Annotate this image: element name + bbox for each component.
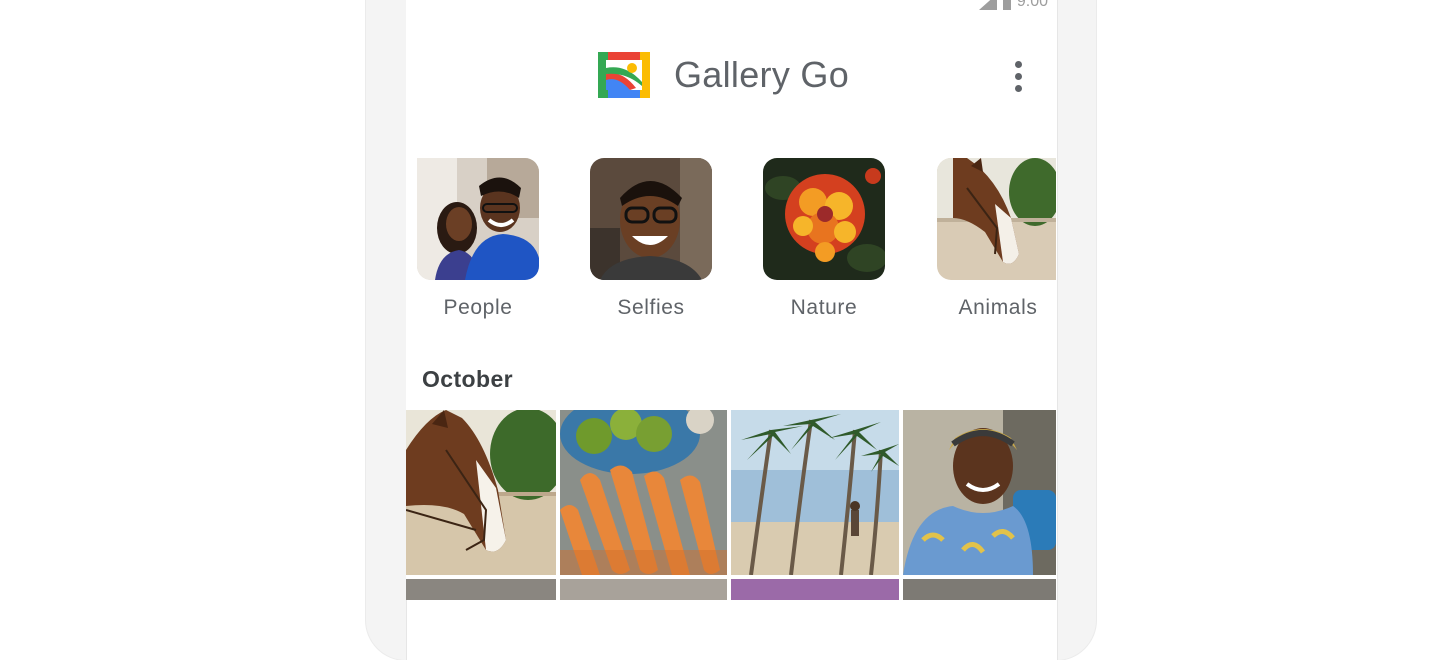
more-vert-icon[interactable]	[1006, 56, 1030, 96]
category-label-people: People	[443, 296, 513, 319]
category-label-animals: Animals	[958, 296, 1038, 319]
category-carousel: People Selfies Nature Animals	[406, 158, 1056, 328]
battery-icon	[1002, 0, 1011, 10]
section-title-october: October	[422, 366, 513, 392]
category-label-selfies: Selfies	[617, 296, 685, 319]
photo-row2-2[interactable]	[560, 579, 727, 600]
photo-row2-3[interactable]	[731, 579, 899, 600]
category-people[interactable]: People	[406, 158, 553, 320]
gallery-go-logo-icon	[596, 50, 652, 100]
photo-horse[interactable]	[406, 410, 556, 575]
category-thumbnail-nature	[763, 158, 885, 280]
status-bar: 9:00	[978, 0, 1048, 12]
photo-woman[interactable]	[903, 410, 1056, 575]
app-bar: Gallery Go	[406, 44, 1056, 108]
category-thumbnail-animals	[937, 158, 1056, 280]
photo-row2-4[interactable]	[903, 579, 1056, 600]
photo-grid	[406, 410, 1056, 600]
status-time: 9:00	[1016, 0, 1048, 10]
category-nature[interactable]: Nature	[749, 158, 899, 320]
photo-vegetables[interactable]	[560, 410, 727, 575]
category-label-nature: Nature	[790, 296, 858, 319]
signal-icon	[978, 0, 997, 10]
category-selfies[interactable]: Selfies	[576, 158, 726, 320]
photo-beach[interactable]	[731, 410, 899, 575]
category-thumbnail-selfies	[590, 158, 712, 280]
app-title: Gallery Go	[674, 54, 850, 95]
category-animals[interactable]: Animals	[923, 158, 1056, 320]
photo-row2-1[interactable]	[406, 579, 556, 600]
app-screen: 9:00 Gallery Go People Selfies Nature An…	[406, 0, 1056, 600]
category-thumbnail-people	[417, 158, 539, 280]
